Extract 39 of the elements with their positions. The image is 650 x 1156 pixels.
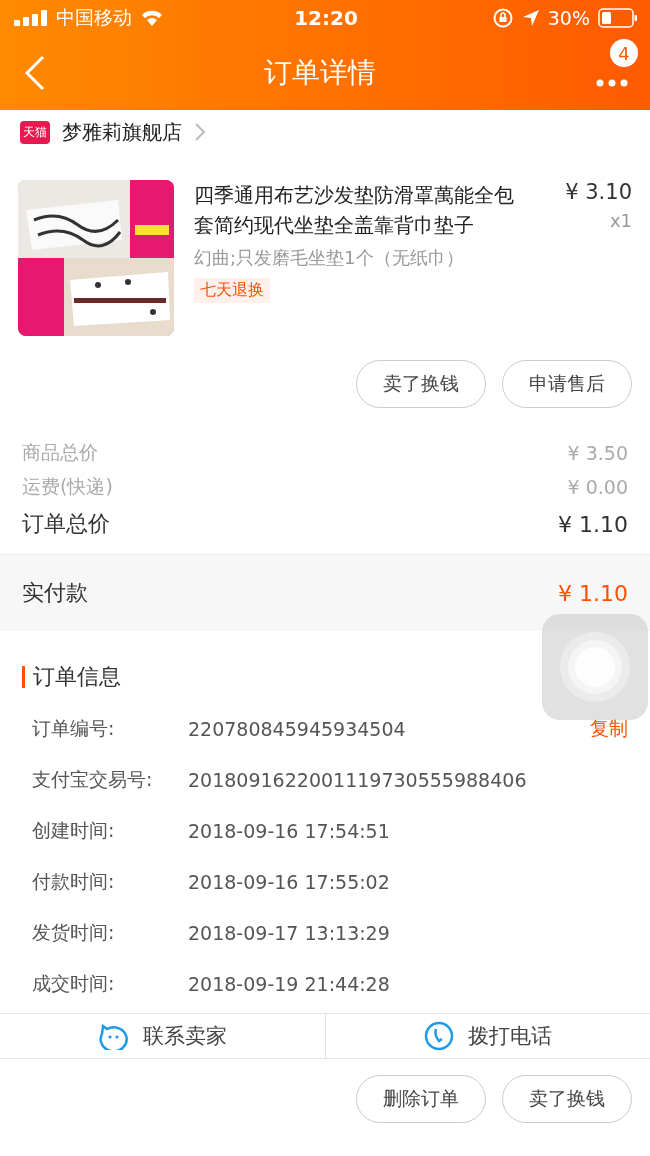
battery-percent: 30% bbox=[547, 7, 590, 29]
product-title[interactable]: 四季通用布艺沙发垫防滑罩萬能全包套简约现代坐垫全盖靠背巾垫子 bbox=[194, 180, 532, 240]
info-value: 2018-09-16 17:54:51 bbox=[188, 819, 391, 842]
store-logo: 天猫 bbox=[20, 120, 50, 144]
info-label: 支付宝交易号: bbox=[32, 766, 154, 792]
summary-label: 商品总价 bbox=[22, 440, 98, 465]
action-button[interactable]: 删除订单 bbox=[356, 1075, 486, 1123]
info-value: 2018091622001119730555988406 bbox=[188, 768, 528, 791]
summary-value: ¥ 3.50 bbox=[567, 442, 628, 464]
action-button[interactable]: 卖了换钱 bbox=[356, 360, 486, 408]
info-label: 订单编号: bbox=[32, 715, 116, 741]
summary-value: ¥ 1.10 bbox=[558, 511, 628, 537]
notification-badge: 4 bbox=[610, 39, 638, 67]
info-label: 发货时间: bbox=[32, 919, 116, 945]
product-quantity: x1 bbox=[609, 210, 632, 231]
paid-label: 实付款 bbox=[22, 579, 88, 607]
summary-label: 订单总价 bbox=[22, 510, 110, 538]
info-label: 成交时间: bbox=[32, 970, 116, 996]
status-time: 12:20 bbox=[294, 6, 358, 30]
product-price: ¥ 3.10 bbox=[565, 180, 632, 204]
contact-link[interactable]: 联系卖家 bbox=[143, 1022, 228, 1050]
return-policy-tag: 七天退换 bbox=[194, 278, 270, 303]
info-label: 付款时间: bbox=[32, 868, 116, 894]
section-title: 订单信息 bbox=[33, 663, 121, 691]
store-name[interactable]: 梦雅莉旗舰店 bbox=[62, 118, 182, 146]
summary-label: 运费(快递) bbox=[22, 474, 113, 499]
page-title: 订单详情 bbox=[264, 55, 376, 91]
info-value: 2018-09-19 21:44:28 bbox=[188, 972, 391, 995]
info-value: 2018-09-16 17:55:02 bbox=[188, 870, 391, 893]
info-value: 220780845945934504 bbox=[188, 717, 407, 740]
carrier-name: 中国移动 bbox=[56, 5, 132, 30]
action-button[interactable]: 卖了换钱 bbox=[502, 1075, 632, 1123]
summary-value: ¥ 0.00 bbox=[567, 476, 628, 498]
product-spec: 幻曲;只发磨毛坐垫1个（无纸巾） bbox=[194, 246, 465, 270]
info-value: 2018-09-17 13:13:29 bbox=[188, 921, 391, 944]
action-button[interactable]: 申请售后 bbox=[502, 360, 632, 408]
info-label: 创建时间: bbox=[32, 817, 116, 843]
paid-amount: ¥ 1.10 bbox=[558, 580, 628, 606]
contact-link[interactable]: 拨打电话 bbox=[467, 1022, 552, 1050]
